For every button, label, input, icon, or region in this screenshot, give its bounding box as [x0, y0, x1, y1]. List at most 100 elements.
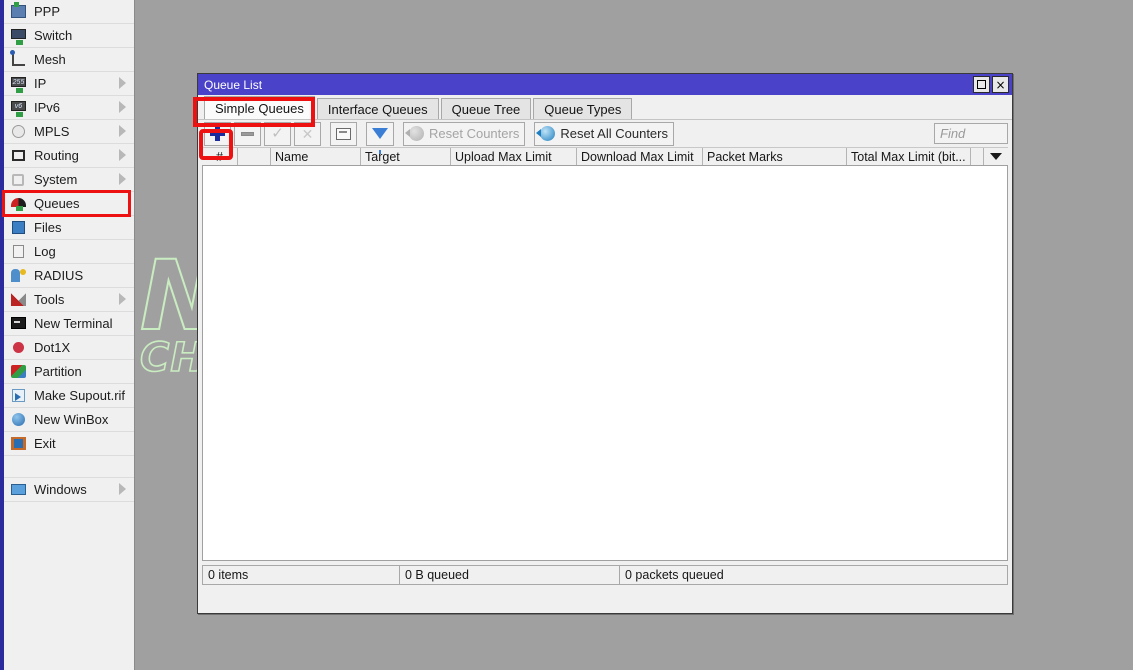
sidebar-item-label: Routing — [34, 148, 79, 163]
tab-queue-types[interactable]: Queue Types — [533, 98, 633, 119]
disable-button[interactable]: ✕ — [294, 121, 321, 146]
column-header-packet-marks[interactable]: Packet Marks — [703, 148, 847, 165]
sidebar-item-radius[interactable]: RADIUS — [4, 264, 134, 288]
sidebar-item-queues[interactable]: Queues — [4, 192, 134, 216]
sidebar-item-label: PPP — [34, 4, 61, 19]
sidebar-item-log[interactable]: Log — [4, 240, 134, 264]
tab-interface-queues[interactable]: Interface Queues — [316, 98, 439, 119]
sidebar-item-make-supout[interactable]: Make Supout.rif — [4, 384, 134, 408]
ppp-icon — [10, 1, 28, 20]
sidebar-item-tools[interactable]: Tools — [4, 288, 134, 312]
sidebar-item-label: Mesh — [34, 52, 66, 67]
windows-icon — [10, 482, 28, 498]
column-chooser-button[interactable] — [984, 148, 1008, 165]
exit-icon — [10, 436, 28, 452]
chevron-right-icon — [119, 77, 126, 89]
sidebar-item-label: Dot1X — [34, 340, 71, 355]
sidebar-item-new-terminal[interactable]: New Terminal — [4, 312, 134, 336]
queues-icon — [10, 196, 28, 212]
window-controls: × — [973, 76, 1009, 93]
log-icon — [10, 244, 28, 260]
sidebar-item-label: Tools — [34, 292, 65, 307]
sidebar-item-ip[interactable]: 255 IP — [4, 72, 134, 96]
reset-all-counters-button[interactable]: Reset All Counters — [534, 121, 674, 146]
sidebar-item-label: System — [34, 172, 78, 187]
sidebar-item-label: New Terminal — [34, 316, 113, 331]
status-bytes-queued: 0 B queued — [400, 566, 620, 584]
chevron-right-icon — [119, 149, 126, 161]
mpls-icon — [10, 124, 28, 140]
column-header-index[interactable]: # — [202, 148, 238, 165]
sidebar-empty-area — [4, 502, 134, 662]
column-header-target[interactable]: Target — [361, 148, 451, 165]
chevron-right-icon — [119, 173, 126, 185]
terminal-icon — [10, 316, 28, 332]
sidebar-item-ipv6[interactable]: v6 IPv6 — [4, 96, 134, 120]
tab-simple-queues[interactable]: Simple Queues — [204, 96, 315, 119]
routing-icon — [10, 148, 28, 164]
queue-list-table[interactable] — [202, 166, 1008, 561]
sidebar-item-label: Make Supout.rif — [34, 388, 126, 403]
sidebar-item-label: Partition — [34, 364, 82, 379]
sidebar-menu: PPP Switch Mesh 255 IP v6 IPv6 MPLS Rout… — [0, 0, 135, 670]
find-area: Find — [934, 123, 1008, 144]
reset-all-counters-icon — [536, 126, 556, 141]
column-header-download-max-limit[interactable]: Download Max Limit — [577, 148, 703, 165]
reset-counters-button[interactable]: Reset Counters — [403, 121, 526, 146]
sidebar-item-label: Queues — [34, 196, 80, 211]
reset-all-counters-label: Reset All Counters — [560, 126, 668, 141]
sidebar-item-exit[interactable]: Exit — [4, 432, 134, 456]
sidebar-item-new-winbox[interactable]: New WinBox — [4, 408, 134, 432]
comment-button[interactable] — [330, 121, 357, 146]
filter-funnel-icon — [372, 128, 388, 154]
sidebar-item-files[interactable]: Files — [4, 216, 134, 240]
status-bar: 0 items 0 B queued 0 packets queued — [202, 565, 1008, 585]
window-title: Queue List — [204, 77, 263, 92]
sidebar-item-mesh[interactable]: Mesh — [4, 48, 134, 72]
window-title-bar[interactable]: Queue List × — [198, 74, 1012, 95]
sidebar-item-switch[interactable]: Switch — [4, 24, 134, 48]
column-header-upload-max-limit[interactable]: Upload Max Limit — [451, 148, 577, 165]
filter-button[interactable] — [366, 121, 394, 154]
sidebar-item-windows[interactable]: Windows — [4, 478, 134, 502]
cross-icon: ✕ — [301, 125, 314, 142]
sidebar-item-dot1x[interactable]: Dot1X — [4, 336, 134, 360]
column-header-name[interactable]: Name — [271, 148, 361, 165]
sidebar-item-routing[interactable]: Routing — [4, 144, 134, 168]
radius-icon — [10, 268, 28, 284]
sidebar-item-label: IP — [34, 76, 47, 91]
sidebar-item-system[interactable]: System — [4, 168, 134, 192]
sidebar-item-label: New WinBox — [34, 412, 109, 427]
find-input[interactable]: Find — [934, 123, 1008, 144]
enable-button[interactable]: ✓ — [264, 121, 291, 146]
toolbar: ✓ ✕ Reset Counters Reset All Counters Fi… — [198, 119, 1012, 154]
tools-icon — [10, 292, 28, 308]
maximize-icon — [977, 80, 986, 89]
switch-icon — [10, 28, 28, 45]
tab-queue-tree[interactable]: Queue Tree — [440, 98, 532, 119]
status-packets-queued: 0 packets queued — [625, 568, 724, 582]
dot1x-icon — [10, 340, 28, 356]
sidebar-item-label: Exit — [34, 436, 56, 451]
sidebar-item-ppp[interactable]: PPP — [4, 0, 134, 24]
remove-button[interactable] — [234, 121, 261, 146]
sidebar-item-label: MPLS — [34, 124, 70, 139]
column-header-spacer — [971, 148, 984, 165]
close-button[interactable]: × — [992, 76, 1009, 93]
ipv6-icon: v6 — [10, 100, 28, 117]
sidebar-item-label: Log — [34, 244, 56, 259]
add-button[interactable] — [204, 121, 231, 146]
reset-counters-label: Reset Counters — [429, 126, 520, 141]
sidebar-item-partition[interactable]: Partition — [4, 360, 134, 384]
chevron-down-icon — [990, 153, 1002, 160]
tab-bar: Simple Queues Interface Queues Queue Tre… — [198, 95, 1012, 119]
column-header-flags[interactable] — [238, 148, 271, 165]
column-header-total-max-limit[interactable]: Total Max Limit (bit... — [847, 148, 971, 165]
chevron-right-icon — [119, 483, 126, 495]
column-headers: # Name Target Upload Max Limit Download … — [202, 147, 1008, 166]
sidebar-item-mpls[interactable]: MPLS — [4, 120, 134, 144]
queue-list-window: Queue List × Simple Queues Interface Que… — [197, 73, 1013, 614]
mesh-icon — [10, 49, 28, 68]
plus-icon — [210, 126, 225, 141]
maximize-button[interactable] — [973, 76, 990, 93]
